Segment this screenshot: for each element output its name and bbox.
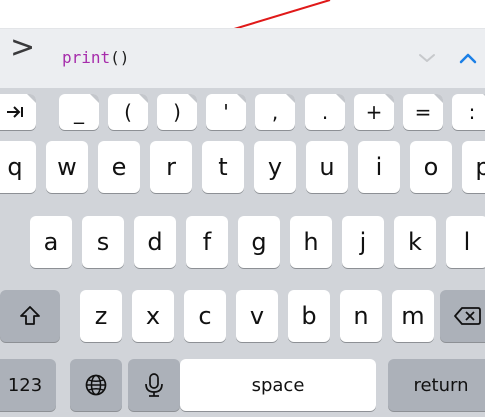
symbol-key[interactable]: = <box>403 94 443 130</box>
microphone-icon <box>145 373 163 397</box>
key-n[interactable]: n <box>340 290 382 342</box>
symbol-key[interactable]: ( <box>108 94 148 130</box>
key-a[interactable]: a <box>30 216 72 268</box>
globe-key[interactable] <box>70 359 122 411</box>
key-g[interactable]: g <box>238 216 280 268</box>
key-h[interactable]: h <box>290 216 332 268</box>
key-s[interactable]: s <box>82 216 124 268</box>
key-c[interactable]: c <box>184 290 226 342</box>
tab-key[interactable] <box>0 94 36 130</box>
globe-icon <box>85 374 107 396</box>
chevron-up-icon[interactable] <box>455 48 481 68</box>
key-x[interactable]: x <box>132 290 174 342</box>
code-function-name: print <box>62 48 111 67</box>
key-y[interactable]: y <box>254 141 296 193</box>
backspace-icon <box>454 307 481 325</box>
key-q[interactable]: q <box>0 141 36 193</box>
space-key[interactable]: space <box>180 359 376 411</box>
key-w[interactable]: w <box>46 141 88 193</box>
key-p[interactable]: p <box>462 141 485 193</box>
symbol-key[interactable]: ) <box>157 94 197 130</box>
key-b[interactable]: b <box>288 290 330 342</box>
key-r[interactable]: r <box>150 141 192 193</box>
symbol-key[interactable]: , <box>255 94 295 130</box>
dictation-key[interactable] <box>128 359 180 411</box>
key-j[interactable]: j <box>342 216 384 268</box>
key-e[interactable]: e <box>98 141 140 193</box>
symbol-key[interactable]: : <box>452 94 485 130</box>
key-i[interactable]: i <box>358 141 400 193</box>
symbol-key[interactable]: + <box>354 94 394 130</box>
code-input[interactable]: print() <box>62 50 129 66</box>
symbol-key[interactable]: . <box>305 94 345 130</box>
key-l[interactable]: l <box>446 216 485 268</box>
symbol-key[interactable]: _ <box>59 94 99 130</box>
tab-icon <box>7 106 23 118</box>
key-u[interactable]: u <box>306 141 348 193</box>
shift-key[interactable] <box>0 290 60 342</box>
prompt-symbol: > <box>10 30 36 65</box>
code-parens: () <box>110 48 130 67</box>
key-m[interactable]: m <box>392 290 434 342</box>
backspace-key[interactable] <box>440 290 485 342</box>
symbol-key[interactable]: ' <box>206 94 246 130</box>
key-t[interactable]: t <box>202 141 244 193</box>
keyboard: _ ( ) ' , . + = : q w e r t y u i o p a … <box>0 88 485 417</box>
return-key[interactable]: return <box>388 359 485 411</box>
key-z[interactable]: z <box>80 290 122 342</box>
key-f[interactable]: f <box>186 216 228 268</box>
chevron-down-icon[interactable] <box>414 48 440 68</box>
key-k[interactable]: k <box>394 216 436 268</box>
key-v[interactable]: v <box>236 290 278 342</box>
shift-icon <box>20 306 40 325</box>
key-o[interactable]: o <box>410 141 452 193</box>
key-d[interactable]: d <box>134 216 176 268</box>
numbers-key[interactable]: 123 <box>0 359 56 411</box>
